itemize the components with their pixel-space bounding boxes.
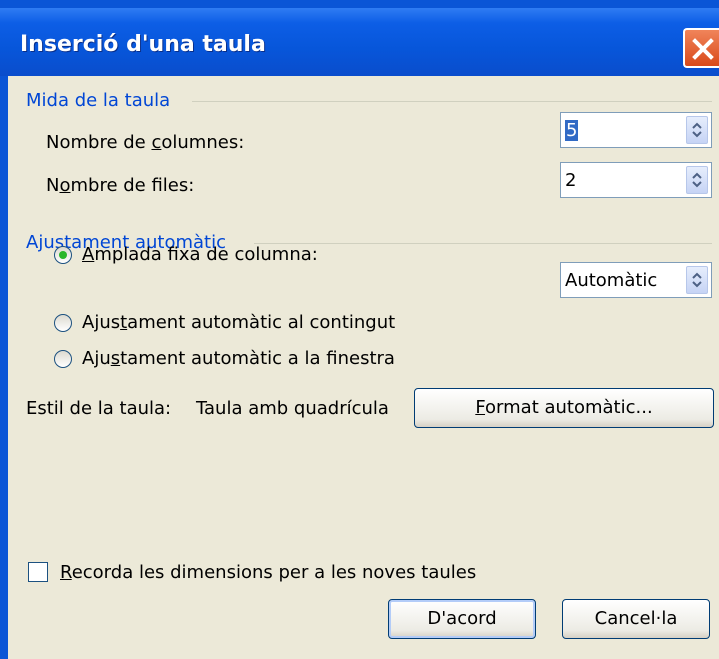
- title-bar[interactable]: Inserció d'una taula: [0, 8, 719, 76]
- dialog-title: Inserció d'una taula: [20, 32, 266, 57]
- rows-spinner[interactable]: 2: [560, 162, 712, 198]
- dialog-window: Inserció d'una taula Mida de la taula No…: [0, 0, 719, 659]
- fixed-width-label[interactable]: Amplada fixa de columna:: [82, 244, 318, 265]
- ok-button[interactable]: D'acord: [388, 599, 536, 639]
- columns-value[interactable]: 5: [565, 120, 579, 141]
- close-button[interactable]: [683, 28, 719, 68]
- spin-arrows-icon: [692, 122, 702, 138]
- column-width-value[interactable]: Automàtic: [565, 270, 657, 291]
- column-width-spinner[interactable]: Automàtic: [560, 262, 712, 298]
- table-size-group-label: Mida de la taula: [26, 90, 171, 111]
- fixed-width-radio[interactable]: [54, 246, 72, 264]
- rows-spin-buttons[interactable]: [686, 166, 708, 194]
- radio-selected-dot: [59, 251, 67, 259]
- remember-dimensions-label[interactable]: Recorda les dimensions per a les noves t…: [60, 562, 476, 583]
- columns-spinner[interactable]: 5: [560, 112, 712, 148]
- dialog-body: Mida de la taula Nombre de columnes: 5 N…: [8, 76, 719, 659]
- rows-value[interactable]: 2: [565, 170, 576, 191]
- table-style-label: Estil de la taula:: [26, 398, 172, 419]
- close-icon: [692, 38, 714, 60]
- remember-dimensions-checkbox[interactable]: [28, 562, 48, 582]
- rows-label: Nombre de files:: [46, 175, 195, 196]
- cancel-button[interactable]: Cancel·la: [562, 599, 710, 639]
- columns-spin-buttons[interactable]: [686, 116, 708, 144]
- group-divider: [192, 101, 712, 102]
- autofit-window-radio[interactable]: [54, 350, 72, 368]
- autofit-contents-radio[interactable]: [54, 314, 72, 332]
- autofit-contents-label[interactable]: Ajustament automàtic al contingut: [82, 312, 395, 333]
- spin-arrows-icon: [692, 172, 702, 188]
- column-width-spin-buttons[interactable]: [686, 266, 708, 294]
- autofit-window-label[interactable]: Ajustament automàtic a la finestra: [82, 348, 395, 369]
- columns-label: Nombre de columnes:: [46, 132, 245, 153]
- table-style-value: Taula amb quadrícula: [196, 398, 389, 419]
- spin-arrows-icon: [692, 272, 702, 288]
- autoformat-button[interactable]: Format automàtic...: [414, 388, 714, 428]
- group-divider: [254, 243, 712, 244]
